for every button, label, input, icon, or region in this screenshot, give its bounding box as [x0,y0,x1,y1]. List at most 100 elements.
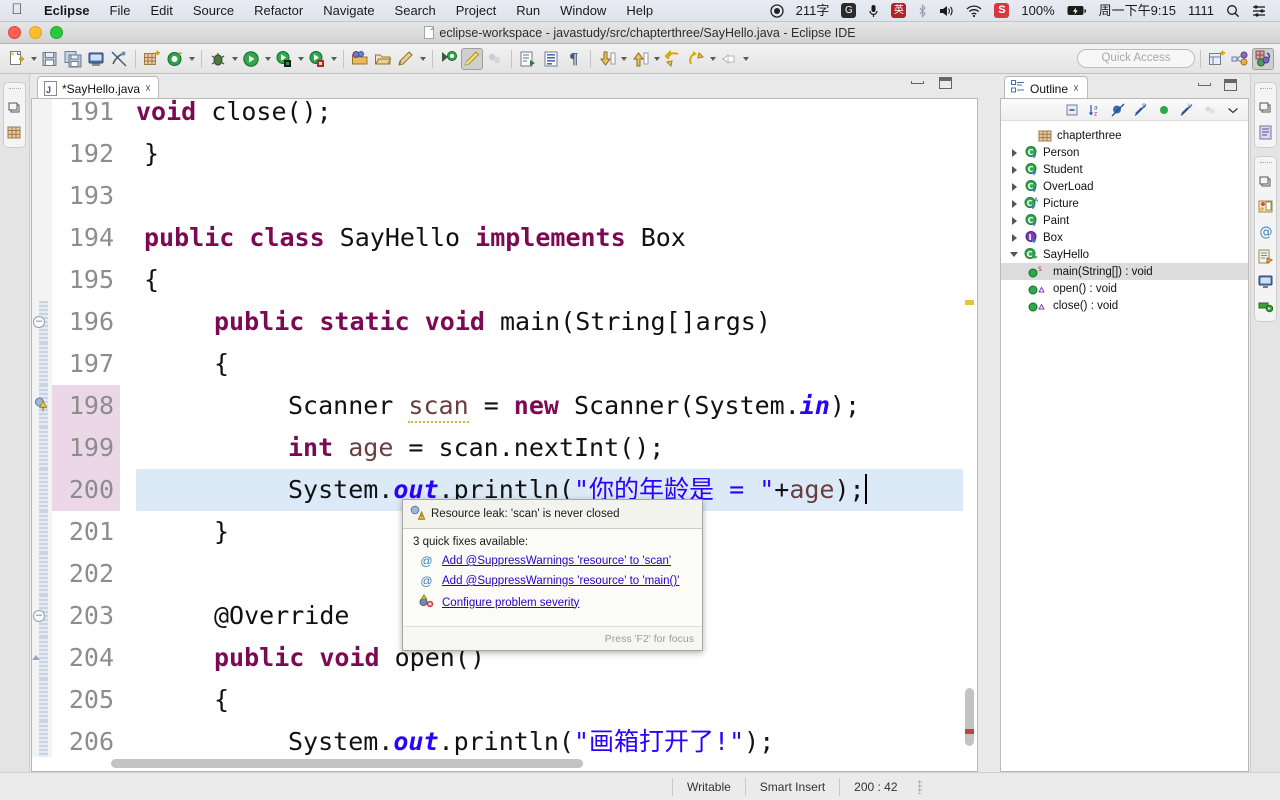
open-perspective-icon[interactable] [1206,48,1228,70]
outline-node-paint[interactable]: C Paint [1001,212,1248,229]
code-line[interactable]: 191 void close(); [32,99,963,133]
next-annotation-dropdown[interactable] [619,48,628,70]
task-list-icon[interactable] [1257,123,1275,141]
menu-eclipse[interactable]: Eclipse [34,0,100,22]
hide-local-types-icon[interactable]: L [1177,101,1196,119]
battery-charging-icon[interactable] [1061,5,1093,17]
fold-collapse-icon[interactable]: – [33,316,45,328]
menu-help[interactable]: Help [616,0,663,22]
zoom-button[interactable] [50,26,63,39]
collapse-all-icon[interactable] [1062,101,1081,119]
previous-annotation-dropdown[interactable] [652,48,661,70]
bluetooth-icon[interactable] [912,3,933,18]
open-type-dropdown[interactable] [187,48,196,70]
new-wizard-dropdown[interactable] [29,48,38,70]
outline-node-picture[interactable]: CA Picture [1001,195,1248,212]
console-icon[interactable] [1257,272,1275,290]
annotation-at-icon[interactable]: @ [1257,222,1275,240]
quickfix-hover-popup[interactable]: ! Resource leak: 'scan' is never closed … [402,499,703,651]
outline-node-close[interactable]: close() : void [1001,297,1248,314]
debug-dropdown[interactable] [230,48,239,70]
servers-icon[interactable] [1257,297,1275,315]
editor-tab-sayhello[interactable]: J *SayHello.java ☓ [37,76,159,100]
stack-handle-2[interactable] [1259,162,1272,165]
vertical-scrollbar[interactable] [963,100,976,756]
code-line[interactable]: ! 198 Scanner scan = new Scanner(System.… [32,385,963,427]
undo-dropdown[interactable] [741,48,750,70]
menu-edit[interactable]: Edit [140,0,182,22]
twisty-collapsed[interactable] [1007,182,1021,191]
menu-project[interactable]: Project [446,0,506,22]
user-label[interactable]: 1111 [1182,0,1220,22]
coverage-dropdown[interactable] [296,48,305,70]
status-resize-grip[interactable] [917,779,922,794]
stack-handle[interactable] [8,88,21,91]
code-line[interactable]: 193 [32,175,963,217]
twisty-collapsed[interactable] [1007,199,1021,208]
back-icon[interactable] [662,48,684,70]
stack-handle-1[interactable] [1259,88,1272,91]
input-method-badge-icon[interactable]: G [835,3,862,18]
code-line[interactable]: 192 } [32,133,963,175]
toggle-java-editor-icon[interactable] [461,47,483,70]
code-line[interactable]: 194 public class SayHello implements Box [32,217,963,259]
code-line[interactable]: 195 { [32,259,963,301]
coverage-icon[interactable] [273,48,295,70]
menu-refactor[interactable]: Refactor [244,0,313,22]
forward-dropdown[interactable] [708,48,717,70]
external-tools-icon[interactable] [306,48,328,70]
view-menu-icon[interactable] [1223,101,1242,119]
package-explorer-icon[interactable] [6,123,24,141]
close-icon[interactable]: ☓ [1073,82,1079,95]
quick-access-input[interactable]: Quick Access [1077,49,1195,68]
maximize-icon[interactable] [939,77,952,89]
minimize-icon[interactable] [911,81,924,84]
menu-navigate[interactable]: Navigate [313,0,384,22]
javadoc-icon[interactable] [1257,247,1275,265]
java-perspective-icon[interactable] [1229,48,1251,70]
search-icon[interactable] [438,48,460,70]
quickfix-link[interactable]: Add @SuppressWarnings 'resource' to 'sca… [442,555,671,567]
pilcrow-icon[interactable]: ¶ [563,48,585,70]
quickfix-item-2[interactable]: @ Add @SuppressWarnings 'resource' to 'm… [403,571,702,591]
control-center-icon[interactable] [1246,4,1272,18]
quickfix-link[interactable]: Configure problem severity [442,597,579,609]
templates-icon[interactable] [1257,197,1275,215]
quickfix-item-3[interactable]: Configure problem severity [403,591,702,614]
overview-warning-marker[interactable] [965,300,974,305]
record-circle-icon[interactable] [764,3,790,18]
previous-annotation-icon[interactable] [629,48,651,70]
clock-label[interactable]: 周一下午9:15 [1093,0,1182,22]
volume-icon[interactable] [933,4,960,18]
save-icon[interactable] [39,48,61,70]
warning-marker-icon[interactable]: ! [34,397,50,413]
hide-non-public-icon[interactable] [1154,101,1173,119]
twisty-collapsed[interactable] [1007,216,1021,225]
vertical-scroll-thumb[interactable] [965,688,974,746]
more-icon[interactable] [1200,101,1219,119]
open-task-icon[interactable] [349,48,371,70]
sort-icon[interactable]: az [1085,101,1104,119]
restore-icon[interactable] [6,98,24,116]
outline-node-sayhello[interactable]: C SayHello [1001,246,1248,263]
code-line[interactable]: 199 int age = scan.nextInt(); [32,427,963,469]
horizontal-scrollbar[interactable] [33,757,963,770]
run-icon[interactable] [240,48,262,70]
link-icon[interactable] [484,48,506,70]
twisty-collapsed[interactable] [1007,165,1021,174]
toggle-mark-occurrences-icon[interactable] [108,48,130,70]
horizontal-scroll-thumb[interactable] [111,759,583,768]
quickfix-item-1[interactable]: @ Add @SuppressWarnings 'resource' to 's… [403,551,702,571]
new-java-package-icon[interactable] [141,48,163,70]
edit-icon[interactable] [395,48,417,70]
minimize-button[interactable] [29,26,42,39]
twisty-collapsed[interactable] [1007,148,1021,157]
open-type-icon[interactable] [164,48,186,70]
outline-node-chapterthree[interactable]: chapterthree [1001,127,1248,144]
save-all-icon[interactable] [62,48,84,70]
debug-icon[interactable] [207,48,229,70]
outline-tab[interactable]: Outline ☓ [1004,76,1088,100]
java-ee-perspective-icon[interactable] [1252,47,1274,70]
outline-node-box[interactable]: I Box [1001,229,1248,246]
twisty-expanded[interactable] [1007,252,1021,257]
